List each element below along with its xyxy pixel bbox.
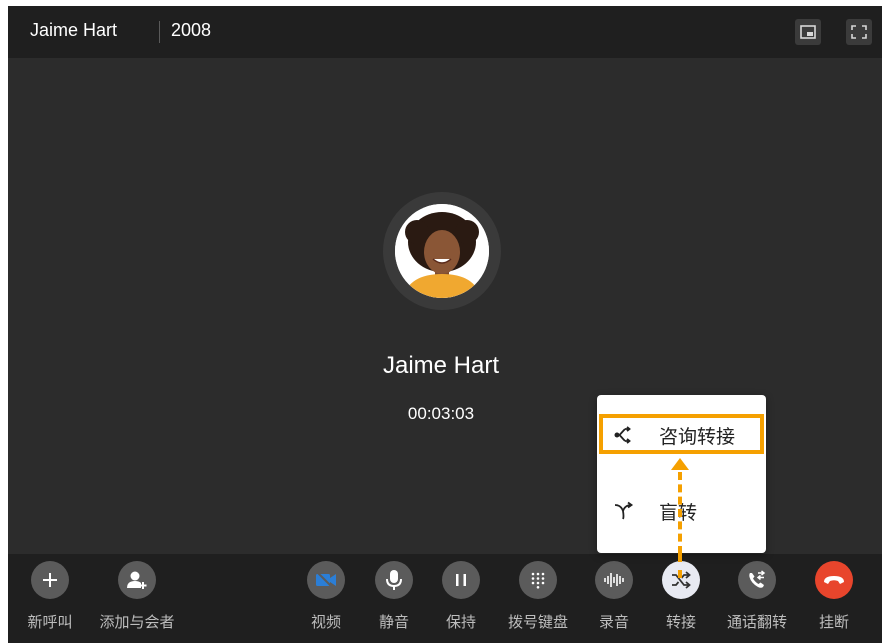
call-flip-icon xyxy=(749,570,766,588)
video-circle[interactable] xyxy=(307,561,345,599)
new-call-label: 新呼叫 xyxy=(27,613,73,631)
fullscreen-button[interactable] xyxy=(846,19,872,45)
hangup-icon xyxy=(824,576,844,584)
add-participant-label: 添加与会者 xyxy=(99,613,175,631)
highlight-box xyxy=(599,414,764,454)
video-off-icon xyxy=(316,571,336,589)
hangup-label: 挂断 xyxy=(818,613,849,631)
plus-icon xyxy=(43,573,57,587)
pause-icon xyxy=(456,574,466,586)
new-call-button[interactable]: 新呼叫 xyxy=(10,561,90,632)
title-bar: Jaime Hart 2008 xyxy=(8,6,882,58)
microphone-icon xyxy=(386,570,402,590)
record-circle[interactable] xyxy=(595,561,633,599)
fullscreen-icon xyxy=(851,25,867,39)
add-user-icon xyxy=(127,571,147,589)
caller-avatar xyxy=(395,204,489,298)
blind-transfer-icon xyxy=(613,501,643,521)
waveform-icon xyxy=(604,573,624,587)
add-participant-button[interactable]: 添加与会者 xyxy=(97,561,177,632)
hold-button[interactable]: 保持 xyxy=(421,561,501,632)
annotation-arrow-shaft-lower xyxy=(678,554,682,578)
picture-in-picture-icon xyxy=(800,25,816,39)
call-flip-button[interactable]: 通话翻转 xyxy=(717,561,797,632)
transfer-label: 转接 xyxy=(665,613,696,631)
dialpad-label: 拨号键盘 xyxy=(507,613,568,631)
hangup-button[interactable]: 挂断 xyxy=(794,561,874,632)
add-participant-circle[interactable] xyxy=(118,561,156,599)
dialpad-icon xyxy=(531,572,545,589)
call-flip-circle[interactable] xyxy=(738,561,776,599)
dialpad-button[interactable]: 拨号键盘 xyxy=(498,561,578,632)
new-call-circle[interactable] xyxy=(31,561,69,599)
title-divider xyxy=(159,21,160,43)
hold-circle[interactable] xyxy=(442,561,480,599)
title-extension: 2008 xyxy=(171,20,212,40)
caller-name: Jaime Hart xyxy=(382,352,500,379)
annotation-arrow-shaft xyxy=(678,472,682,554)
hangup-circle[interactable] xyxy=(815,561,853,599)
call-flip-label: 通话翻转 xyxy=(726,613,787,631)
mute-circle[interactable] xyxy=(375,561,413,599)
dialpad-circle[interactable] xyxy=(519,561,557,599)
picture-in-picture-button[interactable] xyxy=(795,19,821,45)
title-caller-name: Jaime Hart xyxy=(30,20,118,40)
annotation-arrow-head xyxy=(671,458,689,470)
hold-label: 保持 xyxy=(445,613,476,631)
